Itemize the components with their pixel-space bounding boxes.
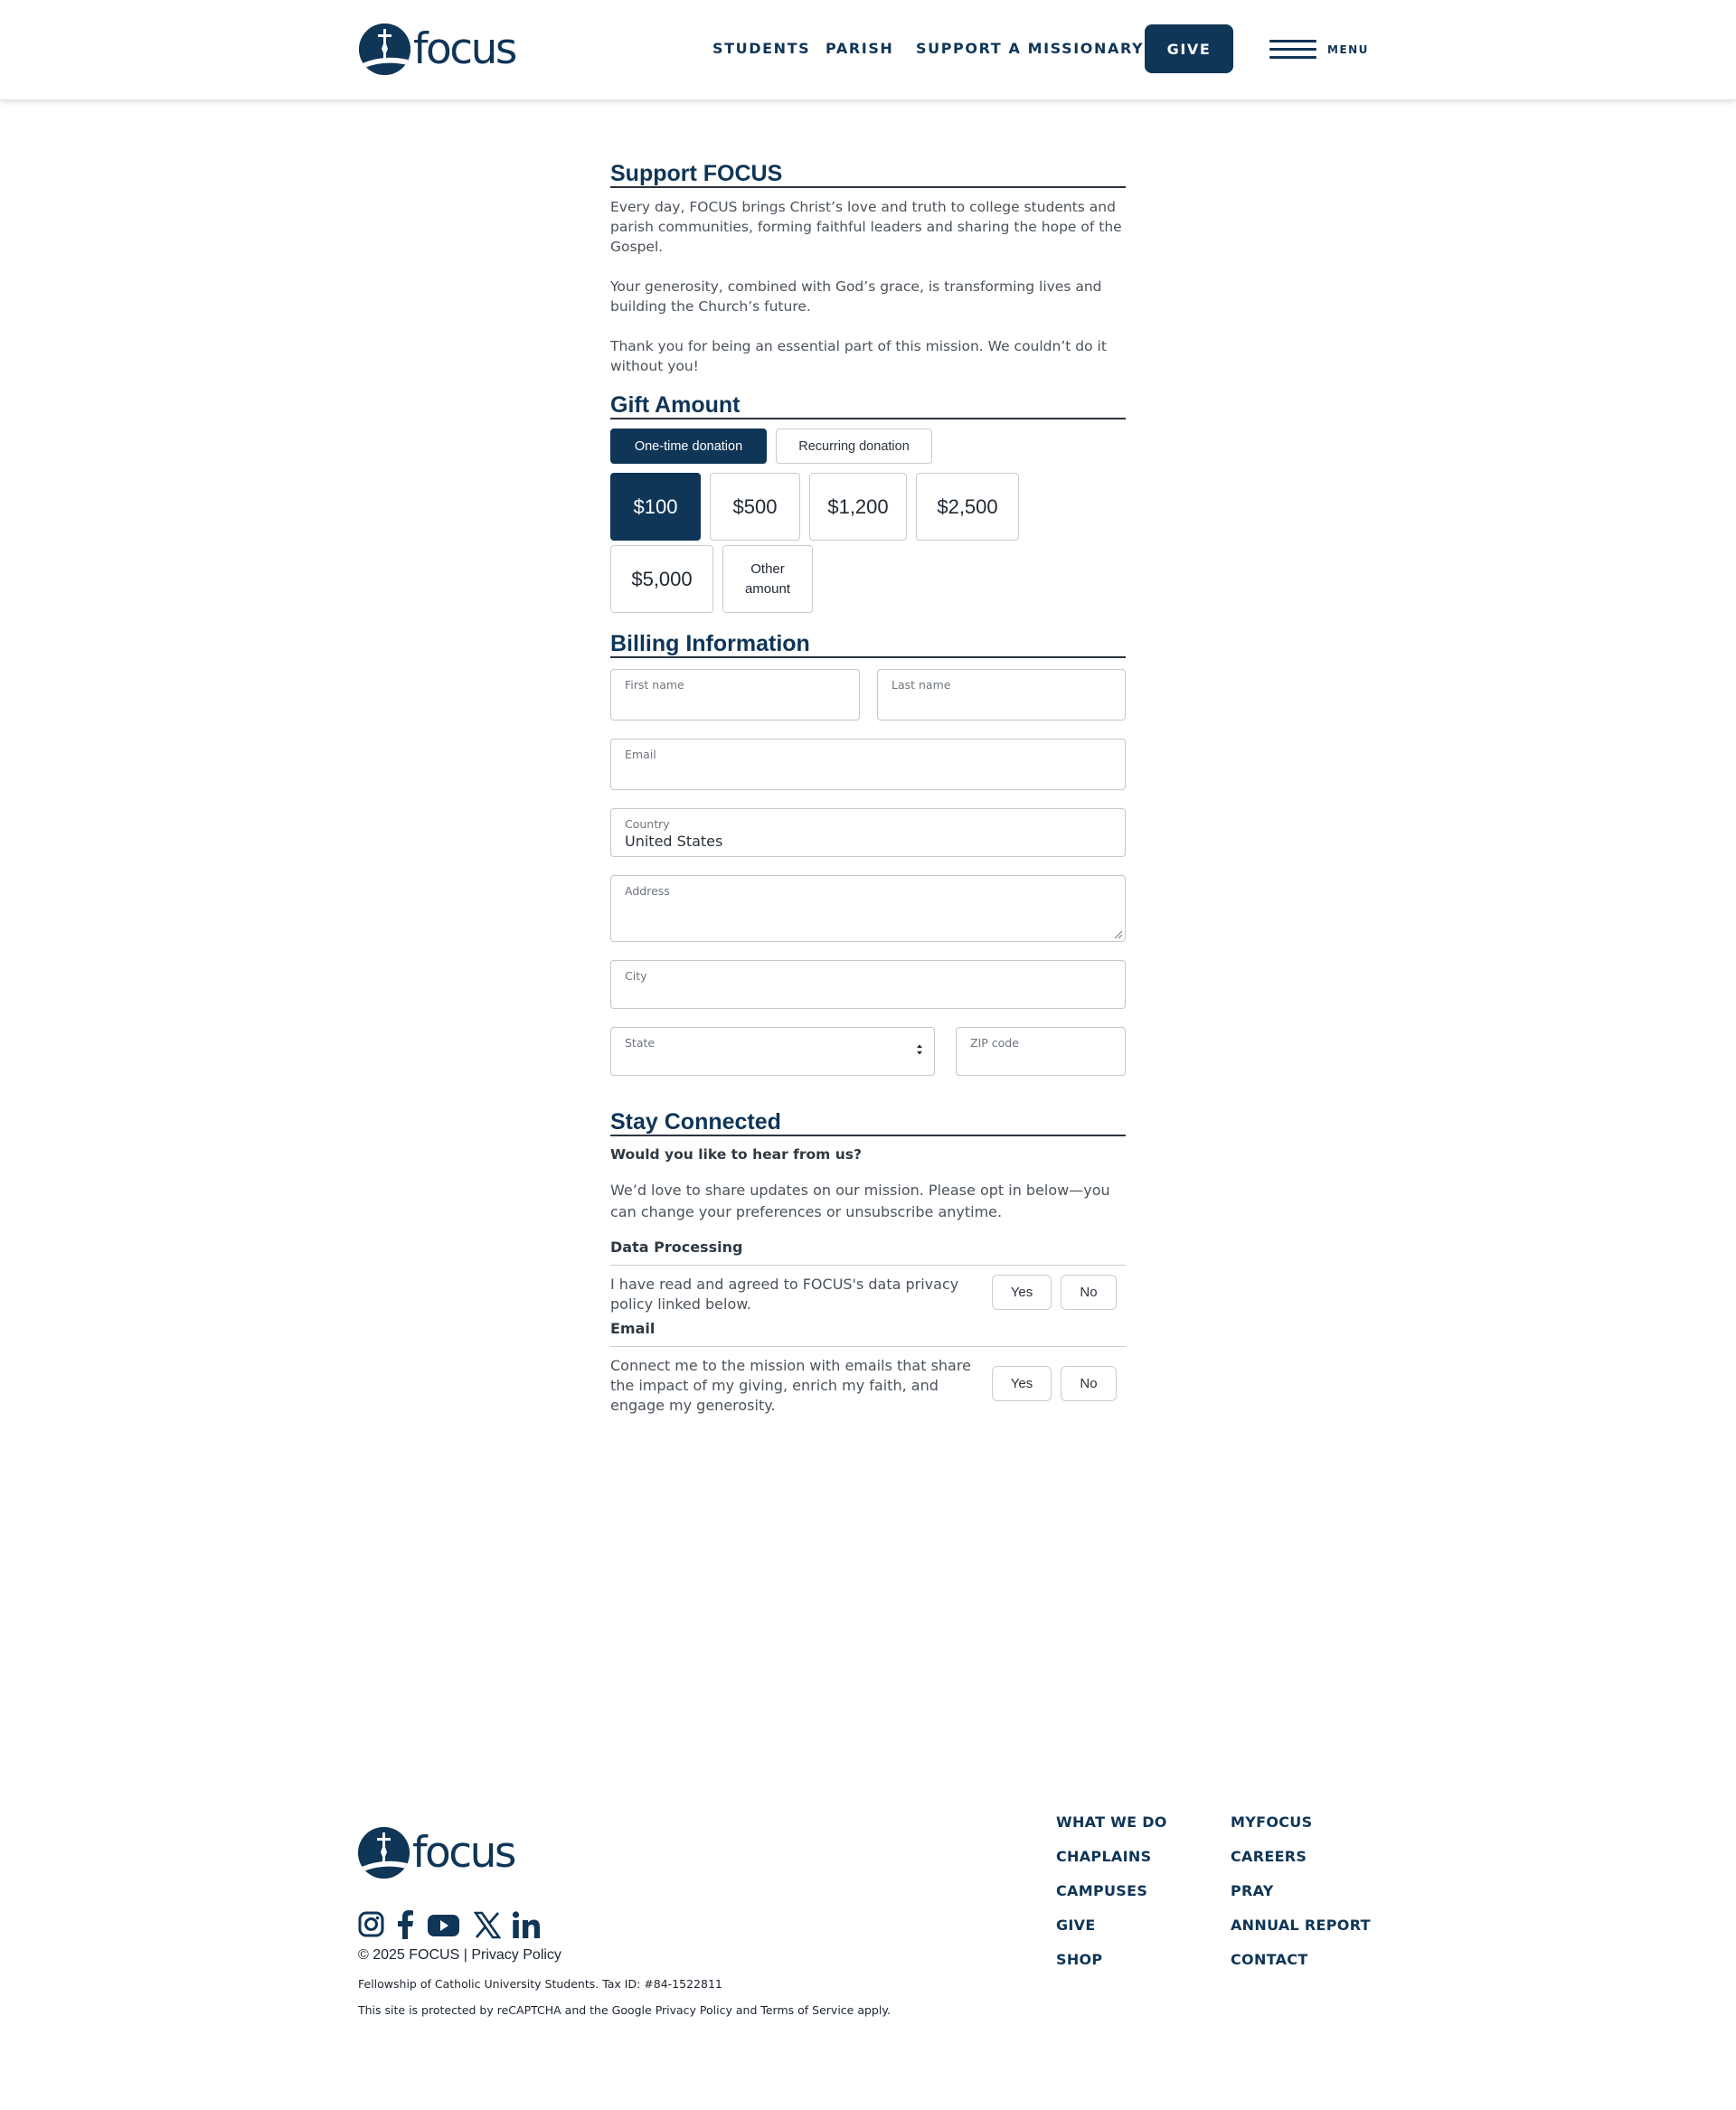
data-processing-yes-button[interactable]: Yes — [992, 1275, 1052, 1310]
menu-label[interactable]: MENU — [1327, 43, 1369, 56]
first-name-field[interactable]: First name — [610, 669, 860, 721]
city-label: City — [625, 969, 647, 983]
x-icon[interactable] — [474, 1909, 501, 1940]
footer-link-give[interactable]: GIVE — [1056, 1917, 1096, 1934]
footer-link-contact[interactable]: CONTACT — [1231, 1951, 1308, 1968]
footer-link-myfocus[interactable]: MYFOCUS — [1231, 1813, 1312, 1831]
email-opt-heading: Email — [610, 1320, 656, 1337]
support-paragraph-2: Your generosity, combined with God’s gra… — [610, 278, 1102, 315]
zip-code-field[interactable]: ZIP code — [956, 1027, 1126, 1076]
divider — [610, 1265, 1126, 1266]
focus-logo-link[interactable]: focus — [359, 24, 517, 75]
footer-link-pray[interactable]: PRAY — [1231, 1882, 1274, 1899]
hear-from-us-question: Would you like to hear from us? — [610, 1146, 862, 1163]
country-value: United States — [625, 833, 723, 850]
footer-link-what-we-do[interactable]: WHAT WE DO — [1056, 1813, 1167, 1831]
focus-logo-mark-icon — [359, 24, 410, 75]
resize-handle-icon[interactable] — [1114, 930, 1123, 939]
email-yes-button[interactable]: Yes — [992, 1366, 1052, 1401]
recurring-donation-button[interactable]: Recurring donation — [776, 429, 932, 464]
give-button[interactable]: GIVE — [1145, 24, 1233, 73]
footer-focus-logo-link[interactable]: focus — [358, 1827, 516, 1879]
footer-link-campuses[interactable]: CAMPUSES — [1056, 1882, 1147, 1899]
email-opt-text: Connect me to the mission with emails th… — [610, 1357, 971, 1414]
footer-link-chaplains[interactable]: CHAPLAINS — [1056, 1848, 1151, 1865]
amount-1200-button[interactable]: $1,200 — [809, 473, 907, 541]
data-processing-heading: Data Processing — [610, 1239, 743, 1256]
first-name-label: First name — [625, 678, 684, 692]
email-field[interactable]: Email — [610, 739, 1126, 790]
other-amount-button[interactable]: Other amount — [722, 545, 813, 613]
copyright-separator: | — [463, 1947, 467, 1963]
zip-code-label: ZIP code — [970, 1036, 1019, 1050]
last-name-label: Last name — [892, 678, 951, 692]
youtube-icon[interactable] — [427, 1909, 460, 1940]
amount-500-button[interactable]: $500 — [710, 473, 800, 541]
nav-support-a-missionary[interactable]: SUPPORT A MISSIONARY — [916, 40, 1144, 57]
privacy-policy-link[interactable]: Privacy Policy — [471, 1947, 561, 1963]
opt-in-intro: We’d love to share updates on our missio… — [610, 1182, 1110, 1220]
other-amount-label: Other amount — [744, 560, 791, 597]
email-no-button[interactable]: No — [1061, 1366, 1117, 1401]
address-label: Address — [625, 884, 670, 898]
city-field[interactable]: City — [610, 960, 1126, 1009]
address-field[interactable]: Address — [610, 875, 1126, 942]
nav-parish[interactable]: PARISH — [826, 40, 893, 57]
data-processing-no-button[interactable]: No — [1061, 1275, 1117, 1310]
support-focus-title: Support FOCUS — [610, 161, 1126, 188]
amount-100-button[interactable]: $100 — [610, 473, 701, 541]
data-processing-text: I have read and agreed to FOCUS's data p… — [610, 1276, 959, 1313]
billing-information-title: Billing Information — [610, 631, 1126, 658]
facebook-icon[interactable] — [396, 1909, 414, 1940]
state-label: State — [625, 1036, 656, 1050]
country-label: Country — [625, 817, 670, 831]
footer-link-annual-report[interactable]: ANNUAL REPORT — [1231, 1917, 1371, 1934]
recaptcha-notice: This site is protected by reCAPTCHA and … — [358, 2003, 891, 2017]
gift-amount-title: Gift Amount — [610, 392, 1126, 419]
nav-students[interactable]: STUDENTS — [712, 40, 810, 57]
donation-form: Support FOCUS Every day, FOCUS brings Ch… — [610, 161, 1126, 658]
select-caret-icon — [917, 1044, 922, 1055]
site-header: focus STUDENTS PARISH SUPPORT A MISSIONA… — [0, 0, 1736, 100]
state-select[interactable]: State — [610, 1027, 935, 1076]
tax-id-line: Fellowship of Catholic University Studen… — [358, 1977, 722, 1991]
support-paragraph-1: Every day, FOCUS brings Christ’s love an… — [610, 199, 1122, 255]
divider — [610, 1346, 1126, 1347]
footer-link-careers[interactable]: CAREERS — [1231, 1848, 1307, 1865]
focus-logo-mark-icon — [358, 1827, 410, 1879]
email-label: Email — [625, 748, 656, 761]
country-field[interactable]: Country United States — [610, 808, 1126, 857]
stay-connected-title: Stay Connected — [610, 1109, 1126, 1136]
logo-wordmark: focus — [413, 24, 517, 74]
hamburger-menu-icon[interactable] — [1269, 40, 1316, 60]
amount-2500-button[interactable]: $2,500 — [916, 473, 1019, 541]
one-time-donation-button[interactable]: One-time donation — [610, 429, 767, 464]
footer-link-shop[interactable]: SHOP — [1056, 1951, 1102, 1968]
footer-logo-wordmark: focus — [412, 1828, 516, 1878]
instagram-icon[interactable] — [358, 1909, 384, 1940]
amount-options-row-1: $100 $500 $1,200 $2,500 — [610, 473, 1126, 541]
support-paragraph-3: Thank you for being an essential part of… — [610, 338, 1107, 374]
amount-options-row-2: $5,000 Other amount — [610, 545, 1126, 613]
linkedin-icon[interactable] — [512, 1909, 541, 1940]
footer-copyright-line: © 2025 FOCUS | Privacy Policy — [358, 1947, 561, 1964]
copyright-text: © 2025 FOCUS — [358, 1947, 460, 1963]
last-name-field[interactable]: Last name — [877, 669, 1126, 721]
donation-frequency-toggle: One-time donation Recurring donation — [610, 429, 1126, 464]
amount-5000-button[interactable]: $5,000 — [610, 545, 713, 613]
